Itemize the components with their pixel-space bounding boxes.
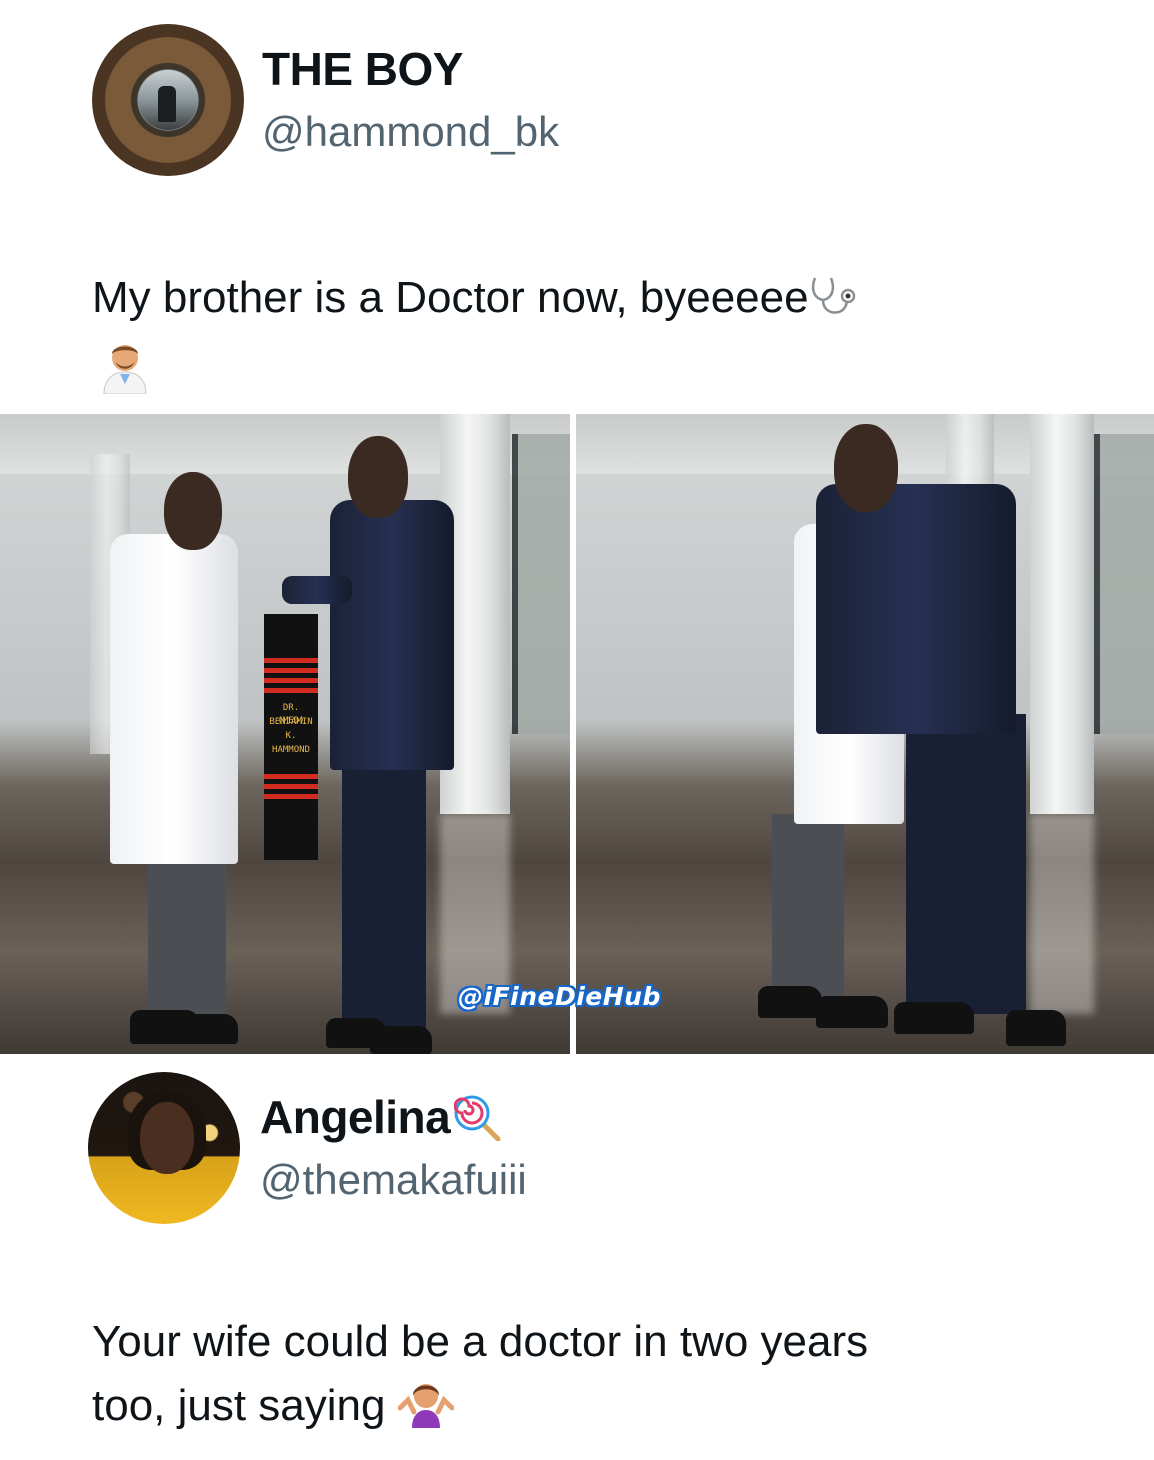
- sash-stripe: [264, 794, 318, 799]
- lollipop-icon: [453, 1095, 502, 1142]
- brother-head: [834, 424, 898, 512]
- author-avatar[interactable]: [92, 24, 244, 176]
- reply-author-avatar[interactable]: [88, 1072, 240, 1224]
- shoe: [370, 1026, 432, 1054]
- graduation-sash: DR. (MED) BENJAMIN K. HAMMOND: [264, 614, 318, 860]
- navy-suit-arm: [282, 576, 352, 604]
- window: [512, 434, 570, 734]
- brother-trousers: [342, 754, 426, 1034]
- shoe: [180, 1014, 238, 1044]
- reply-text: Your wife could be a doctor in two years…: [92, 1310, 1112, 1438]
- reply-text-line-2: too, just saying: [92, 1381, 386, 1430]
- graduation-photo-hug[interactable]: [576, 414, 1154, 1054]
- navy-suit: [330, 500, 454, 770]
- navy-suit: [816, 484, 1016, 734]
- shoe: [758, 986, 822, 1018]
- white-coat: [110, 534, 238, 864]
- doctor-trousers: [148, 854, 226, 1014]
- man-health-worker-icon: [100, 338, 150, 395]
- sash-stripe: [264, 668, 318, 673]
- pillar: [1030, 414, 1094, 814]
- sash-stripe: [264, 688, 318, 693]
- tweet-text-body: My brother is a Doctor now, byeeeee: [92, 273, 809, 322]
- shoe: [894, 1002, 974, 1034]
- watermark: @iFineDieHub: [458, 982, 661, 1011]
- brother-head: [348, 436, 408, 518]
- avatar-face: [140, 1102, 194, 1174]
- doctor-trousers: [772, 814, 844, 1004]
- graduation-photo-sash[interactable]: DR. (MED) BENJAMIN K. HAMMOND: [0, 414, 570, 1054]
- avatar-figure: [158, 86, 176, 122]
- stethoscope-icon: [809, 274, 859, 318]
- sash-stripe: [264, 658, 318, 663]
- sash-stripe: [264, 774, 318, 779]
- reply-text-line-1: Your wife could be a doctor in two years: [92, 1317, 869, 1366]
- tweet-text: My brother is a Doctor now, byeeeee: [92, 268, 1092, 328]
- author-handle[interactable]: @hammond_bk: [262, 108, 559, 156]
- window: [1094, 434, 1154, 734]
- floor-reflection: [1030, 814, 1094, 1014]
- reply-text-line-2-row: too, just saying: [92, 1374, 1112, 1438]
- sash-line-3: K.: [285, 731, 297, 741]
- doctor-head: [164, 472, 222, 550]
- sash-line-4: HAMMOND: [272, 745, 310, 755]
- author-display-name[interactable]: THE BOY: [262, 42, 463, 96]
- shoe: [816, 996, 888, 1028]
- shoe: [1006, 1010, 1066, 1046]
- sash-stripe: [264, 678, 318, 683]
- reply-author-name-text: Angelina: [260, 1091, 451, 1143]
- reply-author-handle[interactable]: @themakafuiii: [260, 1156, 527, 1204]
- brother-trousers: [906, 714, 1026, 1014]
- reply-author-display-name[interactable]: Angelina: [260, 1090, 502, 1144]
- sash-line-2: BENJAMIN: [269, 717, 313, 727]
- woman-shrugging-icon: [397, 1378, 454, 1428]
- sash-stripe: [264, 784, 318, 789]
